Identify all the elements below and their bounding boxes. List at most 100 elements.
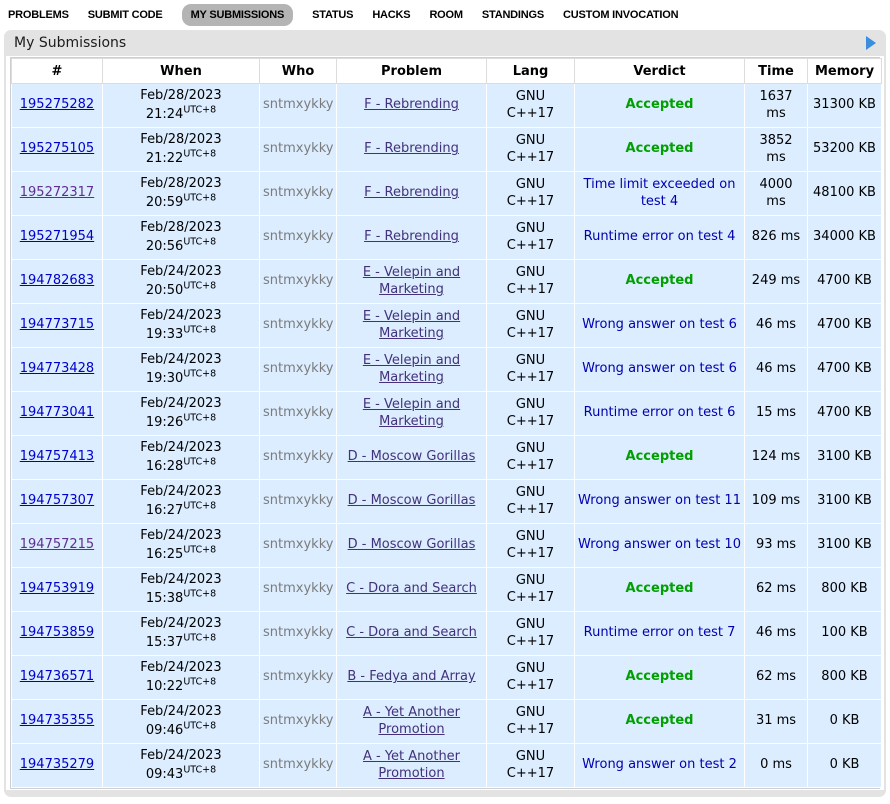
verdict-label: Wrong answer on test 11 [578,493,741,508]
verdict-cell: Wrong answer on test 11 [575,480,745,524]
time-value: 19:30 [146,371,183,386]
submission-link[interactable]: 194757307 [20,493,94,508]
problem-link[interactable]: B - Fedya and Array [347,669,475,684]
problem-link[interactable]: E - Velepin and Marketing [363,309,460,340]
submission-link[interactable]: 194753919 [20,581,94,596]
problem-link[interactable]: C - Dora and Search [346,581,477,596]
who-cell: sntmxykky [260,304,337,348]
table-row: 194773428 Feb/24/202319:30UTC+8sntmxykky E… [12,348,882,392]
lang-cell: GNU C++17 [487,700,575,744]
problem-link[interactable]: F - Rebrending [364,141,459,156]
submission-link[interactable]: 194735355 [20,713,94,728]
problem-link[interactable]: D - Moscow Gorillas [348,537,476,552]
submission-link[interactable]: 195271954 [20,229,94,244]
problem-link[interactable]: C - Dora and Search [346,625,477,640]
submission-link[interactable]: 194773041 [20,405,94,420]
problem-cell: F - Rebrending [337,128,487,172]
nav-tab-problems[interactable]: PROBLEMS [8,9,69,21]
id-cell: 194773041 [12,392,103,436]
id-cell: 195275105 [12,128,103,172]
participant-name: sntmxykky [263,317,333,332]
nav-tab-submit-code[interactable]: SUBMIT CODE [88,9,163,21]
submission-date: Feb/24/2023 [106,308,256,324]
submission-link[interactable]: 194773715 [20,317,94,332]
timezone-label: UTC+8 [183,588,216,599]
submission-link[interactable]: 195272317 [20,185,94,200]
problem-link[interactable]: E - Velepin and Marketing [363,397,460,428]
participant-name: sntmxykky [263,141,333,156]
submission-link[interactable]: 195275105 [20,141,94,156]
verdict-cell: Accepted [575,260,745,304]
nav-tab-room[interactable]: ROOM [429,9,462,21]
when-cell: Feb/24/202319:30UTC+8 [103,348,260,392]
verdict-cell: Accepted [575,436,745,480]
memory-cell: 3100 KB [808,480,882,524]
verdict-cell: Runtime error on test 4 [575,216,745,260]
problem-cell: C - Dora and Search [337,568,487,612]
submission-link[interactable]: 194736571 [20,669,94,684]
problem-link[interactable]: A - Yet Another Promotion [363,705,460,736]
lang-label: GNU C++17 [505,705,557,738]
submission-link[interactable]: 194753859 [20,625,94,640]
submissions-panel: My Submissions #WhenWhoProblemLangVerdic… [4,30,886,797]
id-cell: 195271954 [12,216,103,260]
problem-link[interactable]: D - Moscow Gorillas [348,493,476,508]
when-cell: Feb/24/202309:46UTC+8 [103,700,260,744]
problem-link[interactable]: E - Velepin and Marketing [363,265,460,296]
participant-name: sntmxykky [263,449,333,464]
submission-time: 15:37UTC+8 [146,635,216,650]
nav-tab-status[interactable]: STATUS [312,9,353,21]
nav-tab-custom-invocation[interactable]: CUSTOM INVOCATION [563,9,678,21]
time-value: 21:24 [146,107,183,122]
problem-cell: F - Rebrending [337,216,487,260]
timezone-label: UTC+8 [183,720,216,731]
submission-time: 09:43UTC+8 [146,767,216,782]
id-cell: 194753919 [12,568,103,612]
submission-time: 19:30UTC+8 [146,371,216,386]
lang-cell: GNU C++17 [487,656,575,700]
submission-time: 21:22UTC+8 [146,151,216,166]
submission-link[interactable]: 194757413 [20,449,94,464]
submission-link[interactable]: 195275282 [20,97,94,112]
time-cell: 93 ms [745,524,808,568]
who-cell: sntmxykky [260,348,337,392]
timezone-label: UTC+8 [183,412,216,423]
id-cell: 194773715 [12,304,103,348]
verdict-cell: Wrong answer on test 10 [575,524,745,568]
when-cell: Feb/24/202315:38UTC+8 [103,568,260,612]
right-arrow-icon[interactable] [866,36,876,50]
submission-link[interactable]: 194773428 [20,361,94,376]
id-cell: 194753859 [12,612,103,656]
submission-time: 20:50UTC+8 [146,283,216,298]
problem-link[interactable]: F - Rebrending [364,97,459,112]
submission-link[interactable]: 194757215 [20,537,94,552]
who-cell: sntmxykky [260,84,337,128]
lang-label: GNU C++17 [505,89,557,122]
id-cell: 194773428 [12,348,103,392]
verdict-cell: Accepted [575,700,745,744]
submission-link[interactable]: 194735279 [20,757,94,772]
problem-link[interactable]: F - Rebrending [364,229,459,244]
problem-cell: A - Yet Another Promotion [337,744,487,788]
problem-cell: E - Velepin and Marketing [337,348,487,392]
nav-tab-my-submissions[interactable]: MY SUBMISSIONS [182,4,294,26]
problem-link[interactable]: A - Yet Another Promotion [363,749,460,780]
when-cell: Feb/28/202320:59UTC+8 [103,172,260,216]
problem-link[interactable]: D - Moscow Gorillas [348,449,476,464]
time-cell: 31 ms [745,700,808,744]
problem-link[interactable]: E - Velepin and Marketing [363,353,460,384]
submission-date: Feb/24/2023 [106,660,256,676]
when-cell: Feb/24/202310:22UTC+8 [103,656,260,700]
nav-tab-hacks[interactable]: HACKS [372,9,410,21]
nav-tab-standings[interactable]: STANDINGS [482,9,544,21]
table-row: 194736571Feb/24/202310:22UTC+8sntmxykkyB… [12,656,882,700]
submission-link[interactable]: 194782683 [20,273,94,288]
participant-name: sntmxykky [263,713,333,728]
problem-link[interactable]: F - Rebrending [364,185,459,200]
when-cell: Feb/24/202316:25UTC+8 [103,524,260,568]
timezone-label: UTC+8 [183,632,216,643]
problem-cell: A - Yet Another Promotion [337,700,487,744]
table-header: #WhenWhoProblemLangVerdictTimeMemory [12,59,882,84]
submission-date: Feb/28/2023 [106,132,256,148]
lang-label: GNU C++17 [505,529,557,562]
